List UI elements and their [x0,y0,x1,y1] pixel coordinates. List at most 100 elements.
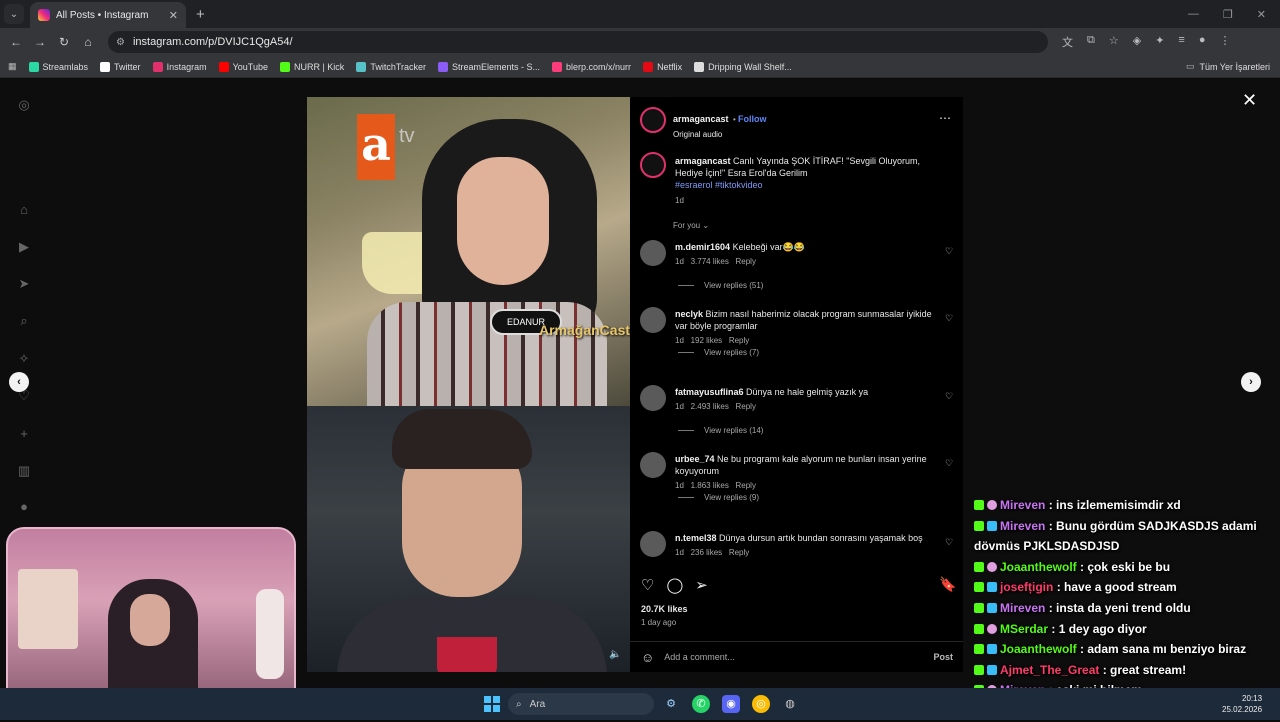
view-replies-button[interactable]: View replies (51) [678,281,763,290]
comment-likes[interactable]: 3.774 likes [691,257,729,266]
windows-start-icon[interactable] [484,696,500,712]
comment-username[interactable]: n.temel38 [675,533,717,543]
commenter-avatar[interactable] [640,240,666,266]
for-you-dropdown[interactable]: For you ⌄ [673,221,709,230]
chat-username[interactable]: Mireven [1000,601,1045,615]
translate-icon[interactable]: 文 [1062,34,1073,50]
comment-username[interactable]: urbee_74 [675,454,715,464]
emoji-icon[interactable]: ☺ [641,650,654,665]
chat-username[interactable]: josefțigin [1000,580,1053,594]
comment-likes[interactable]: 2.493 likes [691,402,729,411]
apps-grid-icon[interactable]: ▦ [8,61,17,72]
likes-count[interactable]: 20.7K likes [641,604,688,614]
save-icon[interactable]: 🔖 [939,576,956,593]
close-tab-icon[interactable]: ✕ [169,9,178,22]
taskbar-search[interactable]: ⌕ Ara [508,693,654,715]
bookmark-item[interactable]: YouTube [218,61,268,72]
chat-username[interactable]: Mireven [1000,498,1045,512]
home-page-icon[interactable]: ⌂ [76,35,100,49]
add-comment-input[interactable]: Add a comment... [664,652,735,662]
next-post-icon[interactable]: › [1241,372,1261,392]
view-replies-button[interactable]: View replies (9) [678,493,759,502]
post-comment-button[interactable]: Post [933,652,953,662]
commenter-avatar[interactable] [640,385,666,411]
back-icon[interactable]: ← [4,35,28,49]
caption-username[interactable]: armagancast [675,156,731,166]
close-modal-icon[interactable]: ✕ [1242,90,1257,111]
all-bookmarks-button[interactable]: ▭ Tüm Yer İşaretleri [1186,61,1270,72]
chat-username[interactable]: Joaanthewolf [1000,560,1077,574]
comment-likes[interactable]: 192 likes [691,336,723,345]
maximize-icon[interactable]: ❐ [1223,8,1233,21]
view-replies-button[interactable]: View replies (14) [678,426,763,435]
comment-username[interactable]: m.demir1604 [675,242,730,252]
home-icon[interactable]: ⌂ [16,202,32,218]
minimize-icon[interactable]: — [1188,8,1199,21]
chat-username[interactable]: Mireven [1000,519,1045,533]
bookmark-item[interactable]: blerp.com/x/nurr [552,61,631,72]
steam-icon[interactable]: ⚙ [662,695,680,713]
commenter-avatar[interactable] [640,531,666,557]
bookmark-item[interactable]: Streamlabs [28,61,88,72]
reload-icon[interactable]: ↻ [52,35,76,49]
site-info-icon[interactable]: ⚙ [116,37,125,48]
profile-icon[interactable]: ● [16,499,32,515]
tab-search-button[interactable]: ⌄ [4,4,24,24]
extensions-puzzle-icon[interactable]: ✦ [1155,34,1164,50]
explore-icon[interactable]: ✧ [16,351,32,367]
reel-video[interactable]: a tv EDANUR ArmağanCast 🔈 [307,97,630,672]
forward-icon[interactable]: → [28,35,52,49]
new-tab-button[interactable]: + [196,6,205,23]
menu-icon[interactable]: ⋮ [1220,34,1231,50]
prev-post-icon[interactable]: ‹ [9,372,29,392]
bookmark-item[interactable]: Dripping Wall Shelf... [694,61,792,72]
chat-username[interactable]: Joaanthewolf [1000,642,1077,656]
commenter-avatar[interactable] [640,307,666,333]
comment-likes[interactable]: 236 likes [691,548,723,557]
like-icon[interactable]: ♡ [641,576,654,594]
comment-reply-button[interactable]: Reply [736,481,756,490]
bookmark-item[interactable]: NURR | Kick [279,61,344,72]
system-clock[interactable]: 20:13 25.02.2026 [1222,693,1262,715]
comment-username[interactable]: fatmayusuflina6 [675,387,744,397]
install-icon[interactable]: ⧉ [1087,34,1095,50]
reels-icon[interactable]: ▶ [16,239,32,255]
comment-username[interactable]: neclyk [675,309,703,319]
bookmark-item[interactable]: StreamElements - S... [438,61,540,72]
comment-like-icon[interactable]: ♡ [945,246,953,257]
comment-like-icon[interactable]: ♡ [945,458,953,469]
search-icon[interactable]: ⌕ [16,313,32,329]
extension-icon[interactable]: ◈ [1133,34,1141,50]
messages-icon[interactable]: ➤ [16,276,32,292]
create-icon[interactable]: + [16,426,32,442]
tab-instagram[interactable]: All Posts • Instagram ✕ [30,2,186,28]
comment-like-icon[interactable]: ♡ [945,313,953,324]
instagram-icon[interactable]: ◎ [16,97,32,113]
comment-likes[interactable]: 1.863 likes [691,481,729,490]
comment-reply-button[interactable]: Reply [736,257,756,266]
bookmark-item[interactable]: Instagram [152,61,207,72]
comment-reply-button[interactable]: Reply [729,548,749,557]
comment-reply-button[interactable]: Reply [736,402,756,411]
commenter-avatar[interactable] [640,452,666,478]
comment-like-icon[interactable]: ♡ [945,537,953,548]
chat-username[interactable]: Ajmet_The_Great [1000,663,1099,677]
profile-avatar-icon[interactable]: ● [1199,34,1206,50]
comment-reply-button[interactable]: Reply [729,336,749,345]
chrome-icon[interactable]: ◎ [752,695,770,713]
discord-icon[interactable]: ◉ [722,695,740,713]
bookmark-star-icon[interactable]: ☆ [1109,34,1119,50]
close-window-icon[interactable]: ✕ [1257,8,1266,21]
chat-username[interactable]: MSerdar [1000,622,1048,636]
caption-avatar[interactable] [640,152,666,178]
author-username[interactable]: armagancast [673,114,729,124]
comment-icon[interactable]: ◯ [666,576,683,594]
author-avatar[interactable] [640,107,666,133]
mute-icon[interactable]: 🔈 [609,649,621,660]
bookmark-item[interactable]: Netflix [643,61,682,72]
whatsapp-icon[interactable]: ✆ [692,695,710,713]
obs-icon[interactable]: ◍ [781,695,799,713]
share-icon[interactable]: ➢ [695,576,708,594]
follow-button[interactable]: Follow [738,114,767,124]
audio-label[interactable]: Original audio [673,130,767,139]
